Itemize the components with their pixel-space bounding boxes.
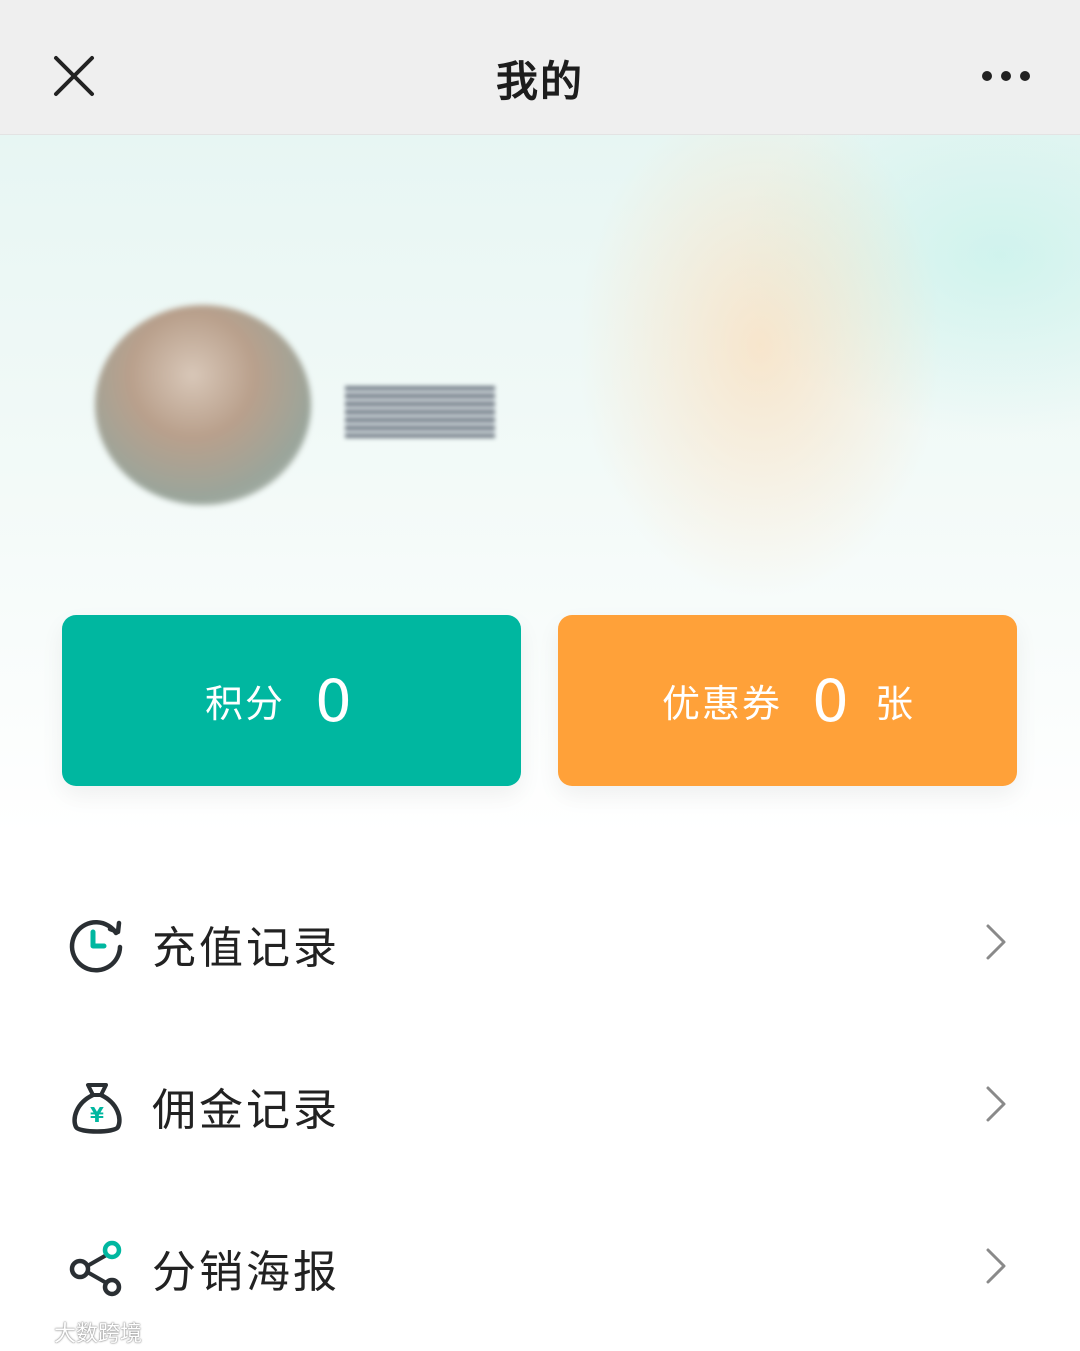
username xyxy=(345,386,495,438)
top-nav-bar: 我的 xyxy=(0,0,1080,135)
page-title: 我的 xyxy=(495,57,584,106)
svg-text:¥: ¥ xyxy=(90,1103,104,1127)
coupons-label: 优惠券 xyxy=(662,682,783,726)
points-label: 积分 xyxy=(205,682,286,726)
menu-item-recharge-records[interactable]: 充值记录 xyxy=(0,880,1080,1000)
menu-item-label: 充值记录 xyxy=(152,923,340,974)
more-dots-icon xyxy=(982,71,1030,81)
coupons-value: 0 xyxy=(812,666,849,735)
watermark-text: 大数跨境 xyxy=(54,1322,143,1347)
more-options-button[interactable] xyxy=(978,60,1034,92)
menu-item-label: 佣金记录 xyxy=(152,1085,340,1136)
chevron-right-icon xyxy=(986,1086,1006,1122)
clock-refresh-icon xyxy=(69,920,123,973)
chevron-right-icon xyxy=(986,1248,1006,1284)
points-card[interactable]: 积分 0 xyxy=(62,615,521,786)
coupons-card[interactable]: 优惠券 0 张 xyxy=(558,615,1017,786)
share-icon xyxy=(69,1240,122,1297)
menu-item-label: 分销海报 xyxy=(152,1247,340,1298)
coupons-unit: 张 xyxy=(874,682,913,726)
menu-item-commission-records[interactable]: ¥ 佣金记录 xyxy=(0,1042,1080,1162)
watermark: 大数跨境 xyxy=(10,1316,142,1348)
money-bag-yen-icon: ¥ xyxy=(72,1083,122,1134)
menu-item-distribution-poster[interactable]: 分销海报 xyxy=(0,1204,1080,1324)
avatar[interactable] xyxy=(95,305,311,505)
points-value: 0 xyxy=(315,666,352,735)
chevron-right-icon xyxy=(986,924,1006,960)
watermark-logo-icon xyxy=(10,1322,50,1342)
